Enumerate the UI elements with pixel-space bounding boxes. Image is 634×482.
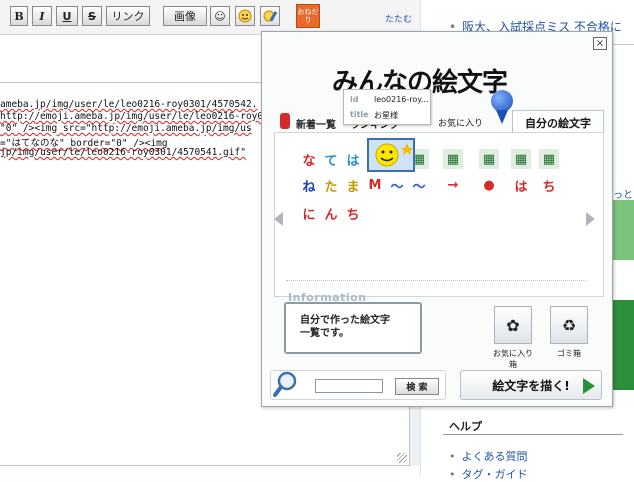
italic-button[interactable]: I: [32, 6, 52, 26]
star-face-icon: [369, 140, 413, 170]
pin-marker-icon: [491, 90, 513, 112]
my-emoji-button[interactable]: [260, 6, 280, 26]
emoji-item[interactable]: は: [511, 175, 531, 195]
bold-button[interactable]: B: [10, 6, 28, 26]
draw-emoji-button[interactable]: 絵文字を描く!: [460, 370, 602, 400]
emoji-item[interactable]: ▦: [479, 149, 499, 169]
info-text-line: 一覧です。: [300, 328, 349, 339]
code-line: jp/img/user/le/leo0216-roy0301/4570541.g…: [0, 147, 246, 158]
emoji-item[interactable]: ▦: [511, 149, 531, 169]
hovered-emoji[interactable]: [367, 138, 415, 172]
kaomoji-button[interactable]: ☺: [210, 6, 230, 26]
emoji-brush-icon: [263, 10, 277, 22]
tooltip-id-value: leo0216-roy...: [374, 95, 429, 104]
face-icon: ☺: [214, 9, 226, 23]
emoji-grid: な て は ☺ ☰ ▦ ▦ ▦ ▦ ▦ ね た ま M 〜 〜 → ● は ち …: [274, 132, 604, 297]
smiley-icon: [238, 9, 252, 23]
emoji-item[interactable]: に: [299, 203, 319, 223]
emoji-item[interactable]: 〜: [409, 175, 429, 195]
emoji-search-input[interactable]: [315, 379, 383, 393]
code-line: "0" /><img src="http://emoji.ameba.jp/im…: [0, 123, 252, 134]
draw-emoji-label: 絵文字を描く!: [492, 378, 570, 393]
favorites-box-icon: ✿: [494, 306, 532, 344]
emoji-item[interactable]: ▦: [539, 149, 559, 169]
pin-marker-tail: [496, 110, 508, 124]
tooltip-id-key: id: [350, 95, 359, 104]
insert-image-button[interactable]: 画像: [163, 6, 207, 26]
emoji-item[interactable]: 〜: [387, 175, 407, 195]
emoji-item[interactable]: は: [343, 149, 363, 169]
emoji-item[interactable]: ち: [343, 203, 363, 223]
emoji-item[interactable]: ▦: [443, 149, 463, 169]
code-line: http://emoji.ameba.jp/img/user/le/leo021…: [0, 111, 264, 122]
search-button[interactable]: 検 索: [395, 378, 439, 395]
collapse-toolbar-link[interactable]: たたむ: [385, 12, 412, 25]
emoji-item[interactable]: た: [321, 175, 341, 195]
editor-toolbar: B I U S リンク 画像 ☺ おねだり たたむ: [0, 0, 420, 35]
info-text-line: 自分で作った絵文字: [300, 315, 390, 326]
help-heading: ヘルプ: [449, 420, 482, 433]
emoji-item[interactable]: ●: [479, 175, 499, 195]
tab-my-emoji[interactable]: 自分の絵文字: [512, 110, 604, 134]
tooltip-title-value: お星様: [374, 111, 398, 120]
emoji-item[interactable]: ま: [343, 175, 363, 195]
trash-box-label: ゴミ箱: [557, 349, 581, 358]
emoji-item[interactable]: M: [365, 175, 385, 195]
sidebar-banner[interactable]: [611, 300, 634, 390]
emoji-button[interactable]: [235, 6, 255, 26]
emoji-item[interactable]: ね: [299, 175, 319, 195]
favorites-box-label: お気に入り箱: [493, 349, 533, 369]
close-button[interactable]: ×: [593, 37, 607, 50]
info-divider: [286, 280, 586, 281]
trash-box[interactable]: ♻ ゴミ箱: [546, 306, 592, 359]
emoji-item[interactable]: な: [299, 149, 319, 169]
help-link-faq[interactable]: よくある質問: [449, 448, 528, 464]
tab-favorites[interactable]: お気に入り: [438, 116, 483, 129]
strikethrough-button[interactable]: S: [82, 6, 102, 26]
underline-button[interactable]: U: [56, 6, 78, 26]
resize-grip[interactable]: [397, 453, 407, 463]
help-link-tag-guide[interactable]: タグ・ガイド: [449, 466, 528, 482]
magnifier-icon: [273, 371, 297, 397]
emoji-item[interactable]: ち: [539, 175, 559, 195]
recycle-icon: ♻: [550, 306, 588, 344]
help-divider: [443, 434, 623, 435]
code-line: ameba.jp/img/user/le/leo0216-roy0301/457…: [0, 99, 258, 110]
emoji-tooltip: id leo0216-roy... title お星様: [343, 89, 431, 125]
insert-link-button[interactable]: リンク: [106, 6, 150, 26]
emoji-item[interactable]: ん: [321, 203, 341, 223]
favorites-box[interactable]: ✿ お気に入り箱: [490, 306, 536, 370]
previous-page-arrow-icon[interactable]: [274, 212, 283, 226]
emoji-item[interactable]: →: [443, 175, 463, 195]
emoji-item[interactable]: て: [321, 149, 341, 169]
next-page-arrow-icon[interactable]: [586, 212, 595, 226]
sidebar-banner[interactable]: [611, 200, 634, 260]
emoji-picker-popup: × みんなの絵文字 新着一覧 ランキング お気に入り 自分の絵文字 な て は …: [261, 31, 613, 407]
tooltip-title-key: title: [350, 110, 369, 119]
information-box: 自分で作った絵文字 一覧です。: [284, 302, 422, 354]
onedari-button[interactable]: おねだり: [296, 4, 320, 28]
tab-new-list[interactable]: 新着一覧: [280, 113, 336, 131]
